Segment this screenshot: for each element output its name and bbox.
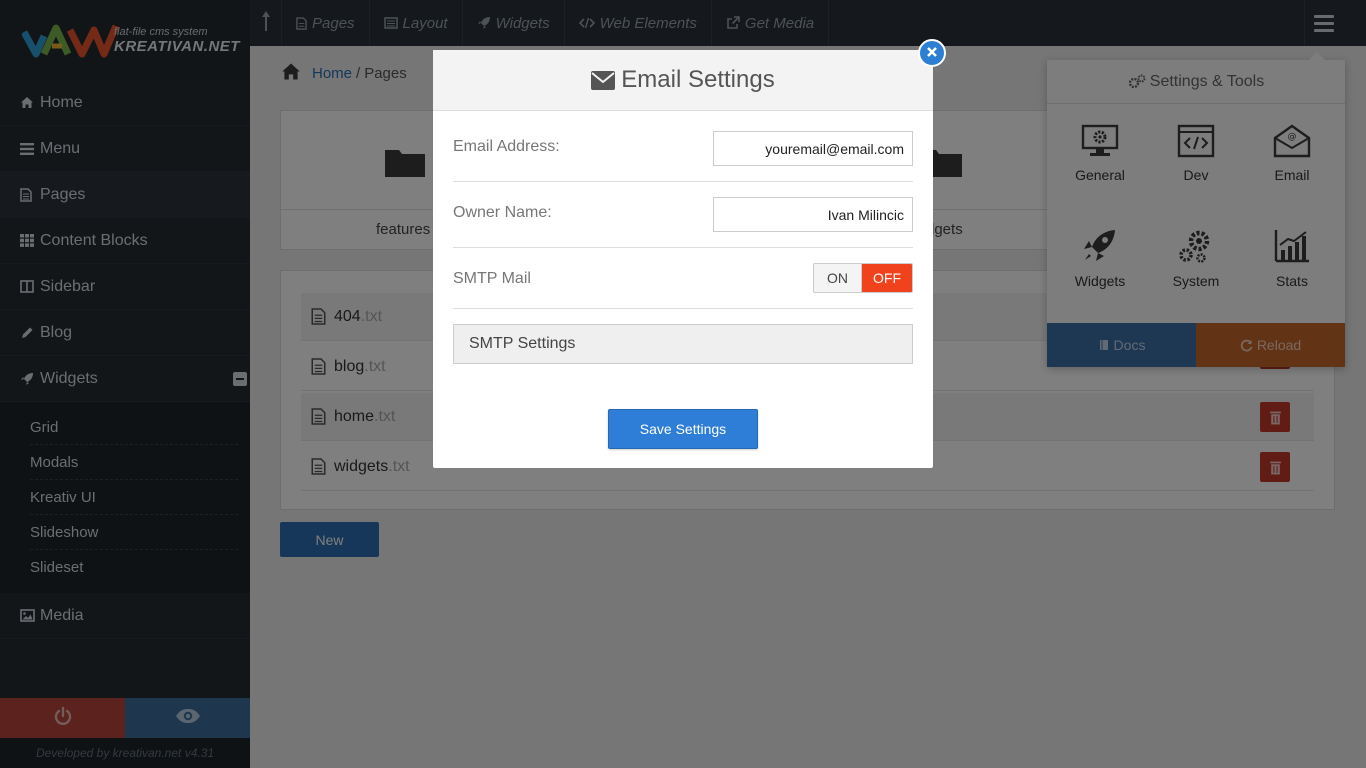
modal-header: Email Settings bbox=[433, 50, 933, 111]
owner-label: Owner Name: bbox=[453, 204, 552, 221]
close-button[interactable] bbox=[918, 39, 946, 67]
email-field[interactable] bbox=[713, 131, 913, 166]
modal-title: Email Settings bbox=[621, 66, 775, 93]
smtp-row: SMTP Mail ON OFF bbox=[453, 248, 913, 309]
email-label: Email Address: bbox=[453, 138, 560, 155]
toggle-on-option[interactable]: ON bbox=[814, 264, 862, 292]
owner-name-field[interactable] bbox=[713, 197, 913, 232]
smtp-toggle[interactable]: ON OFF bbox=[813, 263, 913, 293]
email-row: Email Address: bbox=[453, 111, 913, 182]
close-icon bbox=[927, 44, 937, 62]
email-settings-modal: Email Settings Email Address: Owner Name… bbox=[433, 39, 946, 468]
envelope-icon bbox=[591, 70, 616, 90]
save-settings-button[interactable]: Save Settings bbox=[608, 409, 758, 449]
smtp-label: SMTP Mail bbox=[453, 270, 531, 287]
smtp-settings-accordion[interactable]: SMTP Settings bbox=[453, 324, 913, 364]
toggle-off-option[interactable]: OFF bbox=[862, 264, 912, 292]
owner-row: Owner Name: bbox=[453, 182, 913, 248]
